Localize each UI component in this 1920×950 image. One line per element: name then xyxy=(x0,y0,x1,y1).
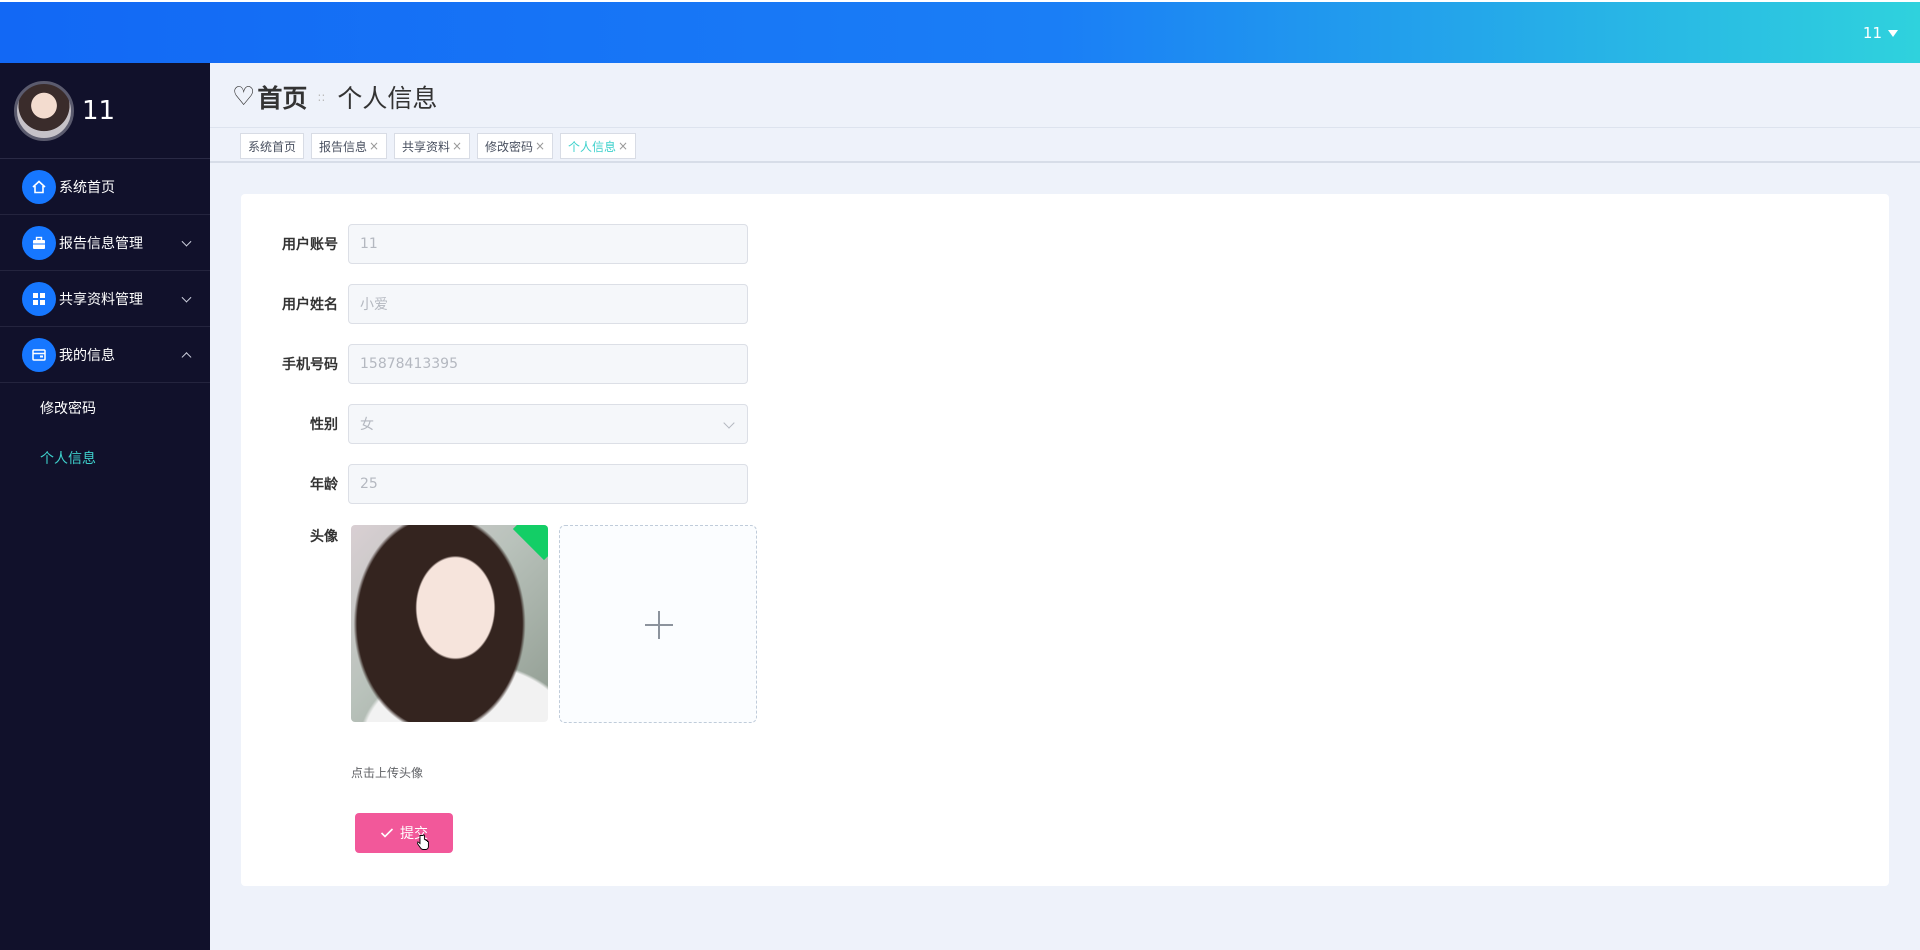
grid-icon xyxy=(22,281,56,316)
phone-input[interactable]: 15878413395 xyxy=(348,344,748,384)
chevron-down-icon xyxy=(723,417,735,429)
upload-tip: 点击上传头像 xyxy=(351,766,424,780)
form-row-age: 年龄 25 xyxy=(241,464,748,504)
chevron-up-icon xyxy=(181,351,192,362)
sidebar-item-report[interactable]: 报告信息管理 xyxy=(0,215,210,271)
tab-change-password[interactable]: 修改密码 × xyxy=(477,133,554,159)
sidebar-item-label: 我的信息 xyxy=(59,347,115,364)
sidebar: 11 系统首页 报告信息管理 共享资料管理 我的信息 修改密码 个人信息 xyxy=(0,63,210,950)
form-row-avatar: 头像 xyxy=(241,524,348,548)
breadcrumb-current: 个人信息 xyxy=(337,84,438,113)
phone-label: 手机号码 xyxy=(282,357,338,373)
avatar-upload-button[interactable] xyxy=(559,525,757,723)
home-icon xyxy=(22,169,56,204)
profile-name: 11 xyxy=(82,95,116,126)
sidebar-item-label: 系统首页 xyxy=(59,179,115,196)
gender-label: 性别 xyxy=(310,417,338,433)
tab-label: 个人信息 xyxy=(568,139,617,154)
close-icon[interactable]: × xyxy=(618,139,628,153)
avatar-label: 头像 xyxy=(310,529,338,545)
account-value: 11 xyxy=(360,236,378,252)
form-row-phone: 手机号码 15878413395 xyxy=(241,344,748,384)
heart-icon: ♡ xyxy=(232,82,256,112)
briefcase-icon xyxy=(22,225,56,260)
account-label: 用户账号 xyxy=(282,237,338,253)
gender-select[interactable]: 女 xyxy=(348,404,748,444)
tab-report[interactable]: 报告信息 × xyxy=(311,133,388,159)
gender-value: 女 xyxy=(360,417,374,433)
tab-label: 共享资料 xyxy=(402,139,451,154)
account-input[interactable]: 11 xyxy=(348,224,748,264)
form-row-gender: 性别 女 xyxy=(241,404,748,444)
sidebar-item-label: 报告信息管理 xyxy=(59,235,143,252)
user-dropdown[interactable]: 11 xyxy=(1863,24,1898,42)
submit-button[interactable]: 提交 xyxy=(355,813,453,853)
tab-label: 系统首页 xyxy=(248,139,297,154)
close-icon[interactable]: × xyxy=(369,139,379,153)
age-label: 年龄 xyxy=(310,477,338,493)
breadcrumb-home[interactable]: 首页 xyxy=(257,79,307,115)
form-row-name: 用户姓名 小爱 xyxy=(241,284,748,324)
form-card: 用户账号 11 用户姓名 小爱 手机号码 15878413395 性别 女 年龄… xyxy=(241,194,1889,886)
upload-success-badge xyxy=(512,525,548,561)
age-value: 25 xyxy=(360,476,378,492)
breadcrumb-separator: :: xyxy=(317,90,326,104)
main-content: ♡ 首页 :: 个人信息 系统首页 报告信息 × 共享资料 × 修改密码 × 个人信息… xyxy=(210,63,1920,950)
plus-icon-vertical xyxy=(658,611,660,639)
tab-home[interactable]: 系统首页 xyxy=(240,133,305,159)
check-icon xyxy=(380,828,394,838)
sidebar-profile: 11 xyxy=(0,63,210,159)
name-label: 用户姓名 xyxy=(282,297,338,313)
name-value: 小爱 xyxy=(360,297,388,313)
user-name: 11 xyxy=(1862,24,1882,42)
top-header-bar: 11 xyxy=(0,2,1920,63)
tab-label: 修改密码 xyxy=(485,139,534,154)
wallet-icon xyxy=(22,337,56,372)
phone-value: 15878413395 xyxy=(360,356,458,372)
sidebar-item-shared[interactable]: 共享资料管理 xyxy=(0,271,210,327)
avatar xyxy=(14,80,74,141)
hand-cursor-icon xyxy=(417,834,429,850)
breadcrumb: ♡ 首页 :: 个人信息 xyxy=(232,77,437,117)
tags-view-bar: 系统首页 报告信息 × 共享资料 × 修改密码 × 个人信息 × xyxy=(210,127,1920,163)
tab-label: 报告信息 xyxy=(319,139,368,154)
sidebar-subitem-personal-info[interactable]: 个人信息 xyxy=(0,433,210,483)
chevron-down-icon xyxy=(181,236,192,247)
close-icon[interactable]: × xyxy=(535,139,545,153)
sidebar-item-my-info[interactable]: 我的信息 xyxy=(0,327,210,383)
sidebar-item-label: 共享资料管理 xyxy=(59,291,143,308)
tab-personal-info[interactable]: 个人信息 × xyxy=(560,133,637,159)
form-row-account: 用户账号 11 xyxy=(241,224,748,264)
sidebar-item-home[interactable]: 系统首页 xyxy=(0,159,210,215)
name-input[interactable]: 小爱 xyxy=(348,284,748,324)
uploaded-avatar-image[interactable] xyxy=(351,525,548,722)
caret-down-icon xyxy=(1888,29,1898,37)
close-icon[interactable]: × xyxy=(452,139,462,153)
chevron-down-icon xyxy=(181,292,192,303)
age-input[interactable]: 25 xyxy=(348,464,748,504)
tab-shared[interactable]: 共享资料 × xyxy=(394,133,471,159)
sidebar-subitem-change-password[interactable]: 修改密码 xyxy=(0,383,210,433)
